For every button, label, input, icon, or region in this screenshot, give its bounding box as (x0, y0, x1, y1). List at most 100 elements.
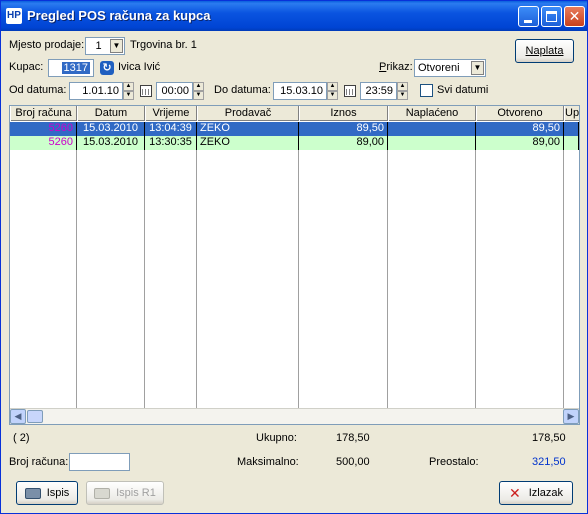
do-datuma-label: Do datuma: (214, 84, 271, 96)
minimize-icon (524, 20, 532, 23)
otvoreno-cell: 89,50 (476, 122, 564, 136)
chevron-down-icon[interactable]: ▼ (110, 39, 123, 53)
do-vrijeme-input[interactable]: 23:59 (360, 82, 397, 100)
maksimalno-label: Maksimalno: (237, 456, 299, 468)
window-title: Pregled POS računa za kupca (27, 8, 211, 23)
svi-datumi-checkbox[interactable] (420, 84, 433, 97)
do-datum-value: 15.03.10 (280, 85, 323, 97)
close-icon: ✕ (509, 485, 521, 502)
upl-cell (564, 136, 579, 150)
maximize-icon (546, 11, 557, 22)
column-divider (144, 150, 145, 408)
chevron-down-icon[interactable]: ▼ (471, 61, 484, 75)
column-divider (387, 150, 388, 408)
main-window: HP Pregled POS računa za kupca ✕ Mjesto … (0, 0, 588, 514)
od-vrijeme-value: 00:00 (161, 85, 189, 97)
row-count: ( 2) (13, 432, 30, 444)
ispis-button[interactable]: Ispis (16, 481, 78, 505)
title-bar[interactable]: HP Pregled POS računa za kupca ✕ (1, 1, 587, 31)
column-header[interactable]: Iznos (299, 106, 388, 121)
minimize-button[interactable] (518, 6, 539, 27)
column-divider (196, 150, 197, 408)
naplata-button[interactable]: Naplata (515, 39, 574, 63)
printer-icon (24, 487, 41, 499)
do-datum-input[interactable]: 15.03.10 (273, 82, 327, 100)
table-row[interactable]: 5260 15.03.2010 13:30:35 ZEKO 89,00 89,0… (10, 136, 579, 150)
izlazak-label: Izlazak (528, 487, 563, 499)
datum-cell: 15.03.2010 (77, 122, 145, 136)
od-vrijeme-spinner[interactable]: ▲ ▼ (193, 82, 204, 100)
mjesto-name: Trgovina br. 1 (130, 39, 197, 51)
do-vrijeme-value: 23:59 (365, 85, 393, 97)
ukupno-otvoreno: 178,50 (532, 432, 566, 444)
prikaz-label-rest: rikaz: (386, 61, 413, 73)
racuni-table[interactable]: Broj računa Datum Vrijeme Prodavač Iznos… (9, 105, 580, 425)
broj-racuna-input[interactable] (69, 453, 130, 471)
ukupno-iznos: 178,50 (336, 432, 370, 444)
calendar-icon[interactable] (140, 85, 152, 97)
kupac-input[interactable]: 1317 (48, 59, 94, 77)
column-header[interactable]: Upl (564, 106, 579, 121)
iznos-cell: 89,50 (299, 122, 388, 136)
naplata-label: Naplata (525, 45, 564, 57)
scroll-right-icon[interactable]: ▶ (563, 409, 579, 424)
kupac-label: Kupac: (9, 61, 44, 73)
ispis-r1-button[interactable]: Ispis R1 (86, 481, 164, 505)
column-divider (298, 150, 299, 408)
table-header: Broj računa Datum Vrijeme Prodavač Iznos… (10, 106, 579, 121)
naplaceno-cell (388, 122, 476, 136)
mjesto-value: 1 (95, 40, 102, 52)
column-header[interactable]: Naplaćeno (388, 106, 476, 121)
column-header[interactable]: Prodavač (197, 106, 299, 121)
horizontal-scrollbar[interactable]: ◀ ▶ (10, 408, 579, 424)
prodavac-cell: ZEKO (197, 122, 299, 136)
od-datum-input[interactable]: 1.01.10 (69, 82, 123, 100)
do-vrijeme-spinner[interactable]: ▲ ▼ (397, 82, 408, 100)
printer-icon (94, 487, 111, 499)
mjesto-label: Mjesto prodaje: (9, 39, 85, 51)
close-button[interactable]: ✕ (564, 6, 585, 27)
kupac-value: 1317 (61, 62, 90, 74)
ukupno-label: Ukupno: (256, 432, 297, 444)
column-divider (76, 150, 77, 408)
kupac-name: Ivica Ivić (118, 61, 161, 73)
table-row[interactable]: 5260 15.03.2010 13:04:39 ZEKO 89,50 89,5… (10, 122, 579, 136)
column-header[interactable]: Vrijeme (145, 106, 197, 121)
od-datum-spinner[interactable]: ▲ ▼ (123, 82, 134, 100)
column-divider (563, 150, 564, 408)
scroll-left-icon[interactable]: ◀ (10, 409, 26, 424)
refresh-icon[interactable]: ↻ (100, 61, 114, 75)
maksimalno-value: 500,00 (336, 456, 370, 468)
naplaceno-cell (388, 136, 476, 150)
preostalo-value: 321,50 (532, 456, 566, 468)
od-vrijeme-input[interactable]: 00:00 (156, 82, 193, 100)
maximize-button[interactable] (541, 6, 562, 27)
column-divider (475, 150, 476, 408)
column-header[interactable]: Broj računa (10, 106, 77, 121)
upl-cell (564, 122, 579, 136)
close-icon: ✕ (568, 8, 581, 24)
app-icon[interactable]: HP (6, 8, 22, 24)
calendar-icon[interactable] (344, 85, 356, 97)
ispis-r1-label: Ispis R1 (116, 487, 156, 499)
od-datum-value: 1.01.10 (82, 85, 119, 97)
scroll-thumb[interactable] (27, 410, 43, 423)
otvoreno-cell: 89,00 (476, 136, 564, 150)
prikaz-value: Otvoreni (418, 62, 460, 74)
izlazak-button[interactable]: ✕ Izlazak (499, 481, 573, 505)
prikaz-select[interactable]: Otvoreni ▼ (414, 59, 486, 77)
broj-racuna-label: Broj računa: (9, 456, 69, 468)
broj-cell: 5260 (10, 122, 77, 136)
column-header[interactable]: Datum (77, 106, 145, 121)
broj-cell: 5260 (10, 136, 77, 150)
preostalo-label: Preostalo: (429, 456, 479, 468)
mjesto-select[interactable]: 1 ▼ (85, 37, 125, 55)
prikaz-label: Prikaz: (379, 61, 413, 73)
column-header[interactable]: Otvoreno (476, 106, 564, 121)
ispis-label: Ispis (46, 487, 70, 499)
prodavac-cell: ZEKO (197, 136, 299, 150)
vrijeme-cell: 13:04:39 (145, 122, 197, 136)
do-datum-spinner[interactable]: ▲ ▼ (327, 82, 338, 100)
od-datuma-label: Od datuma: (9, 84, 67, 96)
iznos-cell: 89,00 (299, 136, 388, 150)
